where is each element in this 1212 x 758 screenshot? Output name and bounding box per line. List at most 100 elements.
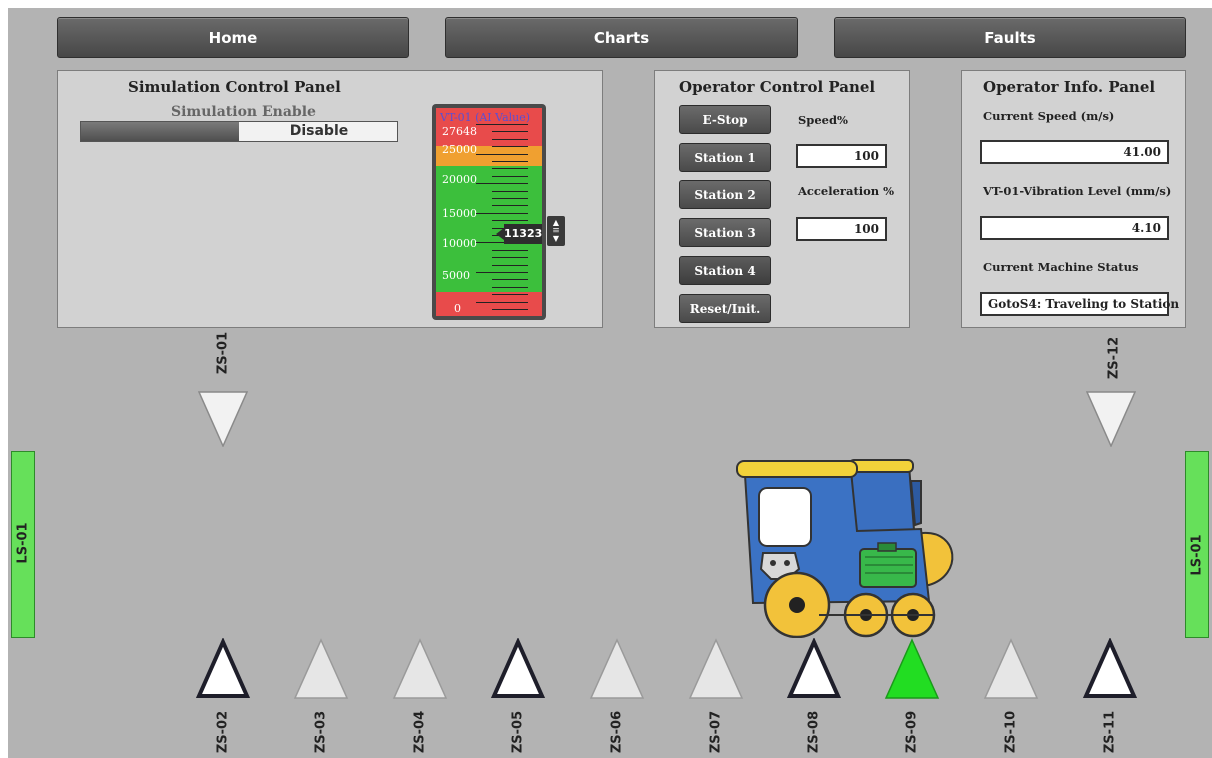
gauge-alarm-low-band xyxy=(436,292,542,316)
zs-sensor-icon xyxy=(195,638,251,698)
acceleration-percent-label: Acceleration % xyxy=(798,184,895,198)
station4-button[interactable]: Station 4 xyxy=(679,256,771,285)
current-speed-value: 41.00 xyxy=(1123,145,1161,159)
gauge-tick xyxy=(492,168,528,170)
toggle-slider xyxy=(81,122,239,141)
ls01-right-label: LS-01 xyxy=(1189,534,1205,576)
faults-label: Faults xyxy=(984,28,1036,47)
vt01-gauge: VT-01 (AI Value) 27648 25000 20000 15000… xyxy=(432,104,546,320)
zs-sensor-label: ZS-10 xyxy=(1003,710,1019,754)
gauge-tick xyxy=(492,309,528,310)
gauge-tick xyxy=(492,220,528,222)
gauge-title: VT-01 (AI Value) xyxy=(440,111,531,124)
spin-down-icon: ▼ xyxy=(552,234,560,243)
zs-sensor-label: ZS-07 xyxy=(708,710,724,754)
gauge-tick xyxy=(476,212,528,214)
hmi-screen: Home Charts Faults Simulation Control Pa… xyxy=(8,8,1212,758)
speed-percent-input[interactable]: 100 xyxy=(796,144,887,168)
gauge-label-27648: 27648 xyxy=(442,125,477,138)
zs-sensor-icon xyxy=(884,638,940,699)
simulation-control-panel: Simulation Control Panel Simulation Enab… xyxy=(57,70,603,328)
gauge-value-indicator: 11323 xyxy=(504,224,542,244)
gauge-spinner[interactable]: ▲ ≡ ▼ xyxy=(547,216,565,246)
station1-label: Station 1 xyxy=(694,150,756,165)
gauge-label-0: 0 xyxy=(454,302,461,315)
gauge-pointer-icon xyxy=(496,228,504,240)
toggle-state-label: Disable xyxy=(289,123,349,139)
zs-sensor-icon xyxy=(490,638,546,698)
vibration-level-field: 4.10 xyxy=(980,216,1169,240)
zs-sensor-label: ZS-03 xyxy=(313,710,329,754)
charts-label: Charts xyxy=(593,28,650,47)
gauge-tick xyxy=(492,131,528,133)
gauge-tick xyxy=(492,286,528,288)
operator-info-panel: Operator Info. Panel Current Speed (m/s)… xyxy=(961,70,1186,328)
gauge-tick xyxy=(492,257,528,259)
gauge-tick xyxy=(492,264,528,266)
estop-label: E-Stop xyxy=(702,112,748,127)
station4-label: Station 4 xyxy=(694,263,756,278)
zs-sensor-label: ZS-02 xyxy=(215,710,231,754)
zs-sensor-icon xyxy=(1082,638,1138,698)
zs-sensor-label: ZS-08 xyxy=(806,710,822,754)
zs-sensor-label: ZS-05 xyxy=(510,710,526,754)
gauge-tick xyxy=(476,272,528,273)
gauge-label-25000: 25000 xyxy=(442,143,477,156)
gauge-tick xyxy=(492,161,528,162)
vibration-level-value: 4.10 xyxy=(1131,221,1161,235)
gauge-label-10000: 10000 xyxy=(442,237,477,250)
faults-button[interactable]: Faults xyxy=(834,17,1186,58)
estop-button[interactable]: E-Stop xyxy=(679,105,771,134)
gauge-tick xyxy=(492,175,528,177)
zs-sensor-label: ZS-09 xyxy=(904,710,920,754)
home-label: Home xyxy=(208,28,258,47)
gauge-tick xyxy=(476,183,528,185)
zs-sensor-icon xyxy=(293,638,349,699)
zs-sensor-icon xyxy=(688,638,744,699)
charts-button[interactable]: Charts xyxy=(445,17,798,58)
speed-percent-value: 100 xyxy=(853,149,879,163)
gauge-tick xyxy=(492,190,528,192)
operator-info-title: Operator Info. Panel xyxy=(983,78,1156,96)
simulation-enable-label: Simulation Enable xyxy=(171,104,316,120)
reset-init-button[interactable]: Reset/Init. xyxy=(679,294,771,323)
current-speed-field: 41.00 xyxy=(980,140,1169,164)
gauge-tick xyxy=(476,124,528,125)
station2-button[interactable]: Station 2 xyxy=(679,180,771,209)
station2-label: Station 2 xyxy=(694,187,756,202)
zs-sensor-icon xyxy=(589,638,645,699)
station1-button[interactable]: Station 1 xyxy=(679,143,771,172)
station3-label: Station 3 xyxy=(694,225,756,240)
operator-control-title: Operator Control Panel xyxy=(679,78,876,96)
gauge-label-20000: 20000 xyxy=(442,173,477,186)
zs12-sensor-icon xyxy=(1086,391,1136,447)
operator-control-panel: Operator Control Panel E-Stop Station 1 … xyxy=(654,70,910,328)
gauge-tick xyxy=(492,279,528,281)
gauge-tick xyxy=(492,205,528,207)
zs-sensor-label: ZS-04 xyxy=(412,710,428,754)
simulation-panel-title: Simulation Control Panel xyxy=(128,78,341,96)
gauge-tick xyxy=(492,138,528,140)
gauge-label-5000: 5000 xyxy=(442,269,470,282)
station3-button[interactable]: Station 3 xyxy=(679,218,771,247)
acceleration-percent-value: 100 xyxy=(853,222,879,236)
simulation-enable-toggle[interactable]: Disable xyxy=(80,121,398,142)
gauge-tick xyxy=(492,198,528,199)
gauge-tick xyxy=(492,249,528,251)
machine-status-label: Current Machine Status xyxy=(983,260,1139,274)
zs-sensor-icon xyxy=(786,638,842,698)
zs01-sensor-icon xyxy=(198,391,248,447)
zs-sensor-label: ZS-06 xyxy=(609,710,625,754)
gauge-tick xyxy=(492,146,528,148)
zs-sensor-icon xyxy=(392,638,448,699)
home-button[interactable]: Home xyxy=(57,17,409,58)
gauge-label-15000: 15000 xyxy=(442,207,477,220)
zs01-label: ZS-01 xyxy=(215,331,231,375)
train-locomotive-icon xyxy=(736,459,954,638)
vibration-level-label: VT-01-Vibration Level (mm/s) xyxy=(983,184,1172,198)
gauge-tick xyxy=(476,153,528,155)
zs12-label: ZS-12 xyxy=(1106,336,1122,380)
acceleration-percent-input[interactable]: 100 xyxy=(796,217,887,241)
zs-sensor-label: ZS-11 xyxy=(1102,710,1118,754)
machine-status-value: GotoS4: Traveling to Station xyxy=(988,297,1180,311)
